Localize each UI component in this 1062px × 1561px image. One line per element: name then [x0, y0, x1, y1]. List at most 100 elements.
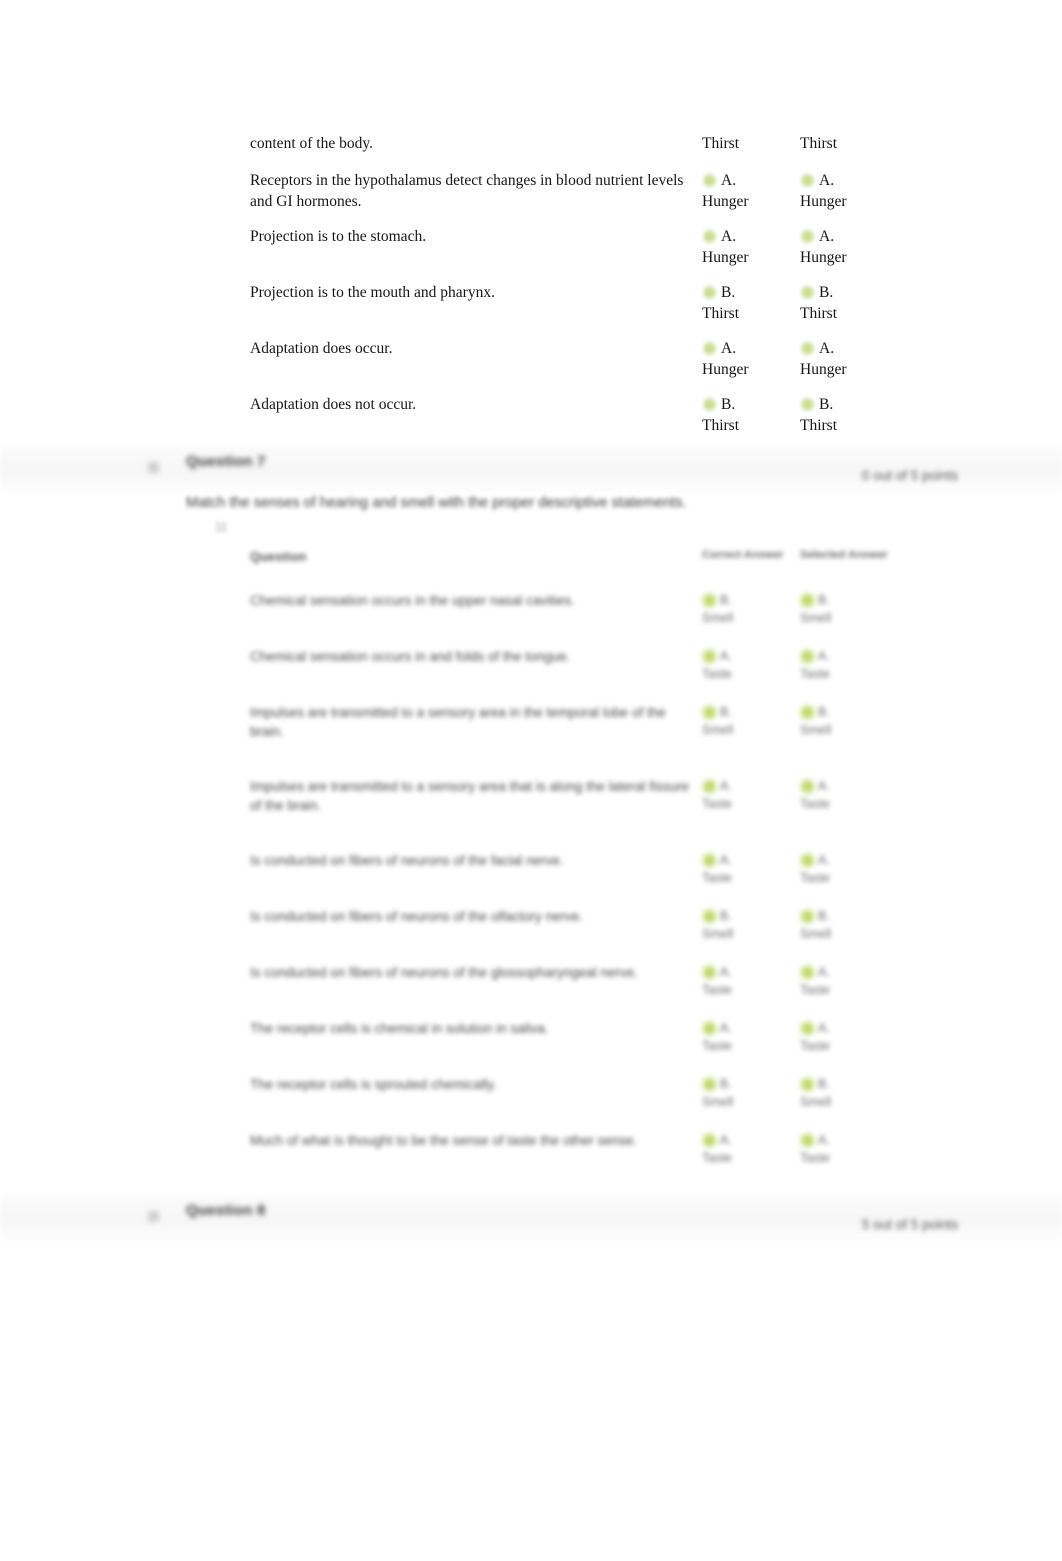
table-row: Adaptation does occur. A. Hunger A. Hung…	[250, 338, 950, 394]
selected-answer-cell: A. Hunger	[800, 338, 898, 380]
selected-answer-letter: B.	[818, 593, 830, 607]
statement-text: Chemical sensation occurs in and folds o…	[250, 649, 571, 664]
selected-answer-letter: A.	[819, 228, 835, 245]
correct-answer-cell: B. Thirst	[702, 394, 800, 436]
correct-answer-letter: B.	[720, 705, 732, 719]
table-row: Is conducted on fibers of neurons of the…	[250, 907, 950, 963]
correct-answer-cell: B. Thirst	[702, 282, 800, 324]
selected-answer-letter: A.	[818, 1133, 830, 1147]
selected-answer-cell: A. Taste	[800, 851, 898, 887]
selected-answer-cell: A. Taste	[800, 777, 898, 813]
selected-answer-label: Thirst	[800, 305, 838, 322]
question-points-badge: 5 out of 5 points	[861, 1217, 958, 1232]
selected-answer-letter: A.	[819, 172, 835, 189]
selected-answer-letter: A.	[818, 965, 830, 979]
collapse-toggle-icon[interactable]	[148, 1211, 159, 1222]
correct-answer-label: Smell	[702, 927, 734, 941]
correct-answer-letter: B.	[720, 1077, 732, 1091]
correct-answer-cell: Thirst	[702, 133, 800, 154]
selected-answer-label: Taste	[800, 797, 830, 811]
selected-answer-label: Taste	[800, 1039, 830, 1053]
table-row: Projection is to the stomach. A. Hunger …	[250, 226, 950, 282]
document-page: content of the body. Thirst Thirst Recep…	[0, 0, 1062, 1561]
statement-text: The receptor cells is sprouted chemicall…	[250, 1077, 497, 1092]
answer-marker-icon	[800, 778, 815, 794]
correct-answer-label: Smell	[702, 1095, 734, 1109]
question-points-badge: 0 out of 5 points	[861, 468, 958, 483]
correct-answer-letter: A.	[720, 779, 732, 793]
correct-answer-cell: A. Hunger	[702, 226, 800, 268]
answer-marker-icon	[702, 173, 717, 188]
table-row: Receptors in the hypothalamus detect cha…	[250, 170, 950, 226]
statement-text: Impulses are transmitted to a sensory ar…	[250, 779, 689, 813]
answer-marker-icon	[702, 852, 717, 868]
selected-answer-letter: B.	[818, 1077, 830, 1091]
answer-marker-icon	[702, 908, 717, 924]
answer-marker-icon	[800, 397, 815, 412]
selected-answer-label: Taste	[800, 667, 830, 681]
answer-marker-icon	[702, 648, 717, 664]
selected-answer-label: Smell	[800, 927, 832, 941]
selected-answer-letter: A.	[818, 853, 830, 867]
answer-marker-icon	[702, 592, 717, 608]
table-row: The receptor cells is chemical in soluti…	[250, 1019, 950, 1075]
header-selected-answer: Selected Answer	[800, 549, 888, 561]
correct-answer-cell: B. Smell	[702, 1075, 800, 1111]
correct-answer-letter: B.	[720, 593, 732, 607]
answer-marker-icon	[702, 704, 717, 720]
statement-text: Is conducted on fibers of neurons of the…	[250, 853, 564, 868]
correct-answer-label: Smell	[702, 723, 734, 737]
answer-marker-icon	[702, 1020, 717, 1036]
answer-marker-icon	[800, 648, 815, 664]
correct-answer-label: Thirst	[702, 135, 740, 152]
selected-answer-label: Smell	[800, 723, 832, 737]
selected-answer-cell: A. Taste	[800, 1019, 898, 1055]
answer-marker-icon	[800, 173, 815, 188]
correct-answer-letter: A.	[720, 853, 732, 867]
selected-answer-label: Taste	[800, 983, 830, 997]
correct-answer-cell: B. Smell	[702, 591, 800, 627]
table-row: Is conducted on fibers of neurons of the…	[250, 851, 950, 907]
collapse-toggle-icon[interactable]	[148, 462, 159, 473]
correct-answer-cell: B. Smell	[702, 907, 800, 943]
selected-answer-letter: B.	[819, 396, 834, 413]
selected-answer-cell: B. Smell	[800, 703, 898, 739]
selected-answer-label: Hunger	[800, 193, 847, 210]
table-row: Impulses are transmitted to a sensory ar…	[250, 703, 950, 777]
correct-answer-letter: A.	[721, 228, 737, 245]
answer-marker-icon	[800, 1132, 815, 1148]
table-row: Adaptation does not occur. B. Thirst B. …	[250, 394, 950, 450]
selected-answer-label: Taste	[800, 1151, 830, 1165]
correct-answer-label: Taste	[702, 983, 732, 997]
answer-marker-icon	[702, 964, 717, 980]
answer-marker-icon	[702, 229, 717, 244]
selected-answer-cell: A. Hunger	[800, 170, 898, 212]
correct-answer-label: Hunger	[702, 193, 749, 210]
selected-answer-label: Thirst	[800, 135, 838, 152]
selected-answer-cell: A. Taste	[800, 647, 898, 683]
correct-answer-cell: A. Taste	[702, 963, 800, 999]
statement-text: The receptor cells is chemical in soluti…	[250, 1021, 549, 1036]
answer-marker-icon	[702, 397, 717, 412]
correct-answer-label: Thirst	[702, 305, 740, 322]
correct-answer-label: Thirst	[702, 417, 740, 434]
statement-text: Adaptation does not occur.	[250, 396, 417, 413]
correct-answer-label: Hunger	[702, 361, 749, 378]
statement-text: content of the body.	[250, 135, 373, 152]
correct-answer-label: Smell	[702, 611, 734, 625]
answer-marker-icon	[702, 1076, 717, 1092]
table-header-row: Question Correct Answer Selected Answer	[250, 549, 950, 591]
answer-marker-icon	[702, 285, 717, 300]
correct-answer-label: Taste	[702, 797, 732, 811]
selected-answer-cell: B. Thirst	[800, 394, 898, 436]
selected-answer-cell: B. Smell	[800, 1075, 898, 1111]
table-row: content of the body. Thirst Thirst	[250, 133, 950, 170]
answer-marker-icon	[800, 341, 815, 356]
selected-answer-label: Thirst	[800, 417, 838, 434]
selected-answer-letter: A.	[819, 340, 835, 357]
question-prompt-sub: 11	[215, 520, 228, 534]
correct-answer-cell: A. Taste	[702, 851, 800, 887]
header-statement: Question	[250, 549, 307, 564]
answer-marker-icon	[800, 852, 815, 868]
selected-answer-label: Smell	[800, 1095, 832, 1109]
